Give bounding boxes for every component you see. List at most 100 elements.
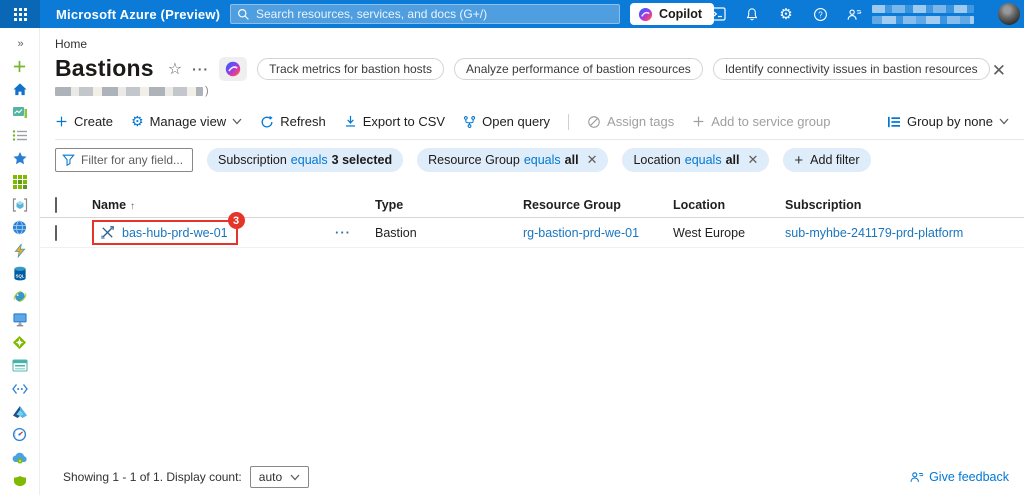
chevron-down-icon	[290, 474, 300, 481]
column-header-subscription[interactable]: Subscription	[785, 198, 1024, 212]
filter-field-input-wrap[interactable]	[55, 148, 193, 172]
sort-ascending-icon: ↑	[130, 200, 136, 212]
command-bar: Create ⚙ Manage view Refresh Export to C…	[55, 113, 1024, 140]
global-search[interactable]	[230, 4, 620, 24]
notifications-bell-icon[interactable]	[742, 4, 762, 24]
refresh-button[interactable]: Refresh	[260, 114, 326, 129]
all-services-icon[interactable]	[4, 124, 36, 147]
manage-view-button[interactable]: ⚙ Manage view	[131, 113, 242, 130]
defender-icon[interactable]	[4, 469, 36, 492]
copilot-label: Copilot	[659, 7, 703, 21]
export-csv-button[interactable]: Export to CSV	[344, 114, 445, 129]
main-content: Home Bastions ☆ ··· Track metrics for ba…	[40, 28, 1024, 495]
group-list-icon	[887, 116, 901, 128]
suggestion-chip-1[interactable]: Track metrics for bastion hosts	[257, 57, 445, 80]
breadcrumb: Home	[40, 28, 1024, 51]
add-to-service-group-button[interactable]: Add to service group	[692, 114, 830, 129]
suggestion-chip-2[interactable]: Analyze performance of bastion resources	[454, 57, 703, 80]
remove-filter-icon[interactable]: ✕	[587, 152, 598, 168]
cosmos-db-icon[interactable]	[4, 285, 36, 308]
table-row: bas-hub-prd-we-01 3 ··· Bastion rg-basti…	[40, 212, 1024, 248]
table-header: Name ↑ Type Resource Group Location Subsc…	[40, 192, 1024, 218]
advisor-icon[interactable]	[4, 446, 36, 469]
user-identity-redacted	[872, 5, 974, 24]
settings-gear-icon[interactable]: ⚙	[776, 4, 796, 24]
column-header-type[interactable]: Type	[375, 198, 523, 212]
annotation-badge: 3	[227, 212, 245, 229]
create-button[interactable]: Create	[55, 114, 113, 129]
showing-count-text: Showing 1 - 1 of 1. Display count:	[63, 470, 242, 484]
add-filter-button[interactable]: + Add filter	[783, 148, 871, 172]
bastion-resource-icon	[100, 225, 115, 240]
app-title: Microsoft Azure (Preview)	[56, 6, 221, 22]
suggestion-chip-3[interactable]: Identify connectivity issues in bastion …	[712, 57, 990, 80]
close-icon[interactable]: ✕	[992, 62, 1006, 79]
remove-filter-icon[interactable]: ✕	[748, 152, 759, 168]
chevron-down-icon	[999, 118, 1009, 125]
breadcrumb-home-link[interactable]: Home	[55, 37, 87, 51]
row-checkbox[interactable]	[55, 224, 57, 241]
favorite-star-icon[interactable]: ☆	[168, 59, 182, 79]
plus-icon	[692, 115, 705, 128]
home-icon[interactable]	[4, 78, 36, 101]
function-apps-icon[interactable]	[4, 239, 36, 262]
branch-icon	[463, 115, 476, 129]
filter-pill-subscription[interactable]: Subscription equals 3 selected	[207, 148, 404, 172]
copilot-button[interactable]: Copilot	[630, 3, 715, 25]
column-header-resource-group[interactable]: Resource Group	[523, 198, 673, 212]
filter-bar: Subscription equals 3 selected Resource …	[55, 148, 1024, 172]
toolbar-divider	[568, 113, 570, 130]
topbar: Microsoft Azure (Preview) Copilot ⚙	[0, 0, 1024, 28]
type-cell: Bastion	[375, 225, 417, 240]
resource-groups-icon[interactable]	[4, 193, 36, 216]
help-icon[interactable]: ?	[810, 4, 830, 24]
subscription-link[interactable]: sub-myhbe-241179-prd-platform	[785, 226, 963, 240]
virtual-networks-icon[interactable]	[4, 377, 36, 400]
column-header-location[interactable]: Location	[673, 198, 785, 212]
global-search-input[interactable]	[256, 7, 613, 21]
svg-text:SQL: SQL	[15, 273, 24, 278]
app-services-icon[interactable]	[4, 216, 36, 239]
group-by-button[interactable]: Group by none	[887, 114, 1009, 129]
feedback-icon	[909, 470, 924, 484]
display-count-select[interactable]: auto	[249, 466, 310, 488]
page-footer: Showing 1 - 1 of 1. Display count: auto …	[40, 459, 1024, 495]
feedback-icon[interactable]	[844, 4, 864, 24]
filter-field-input[interactable]	[81, 153, 186, 167]
sql-databases-icon[interactable]: SQL	[4, 262, 36, 285]
search-icon	[237, 8, 250, 21]
row-context-menu-icon[interactable]: ···	[335, 225, 351, 240]
funnel-icon	[62, 154, 75, 166]
copilot-chip-button[interactable]	[219, 56, 248, 81]
column-header-name[interactable]: Name ↑	[92, 198, 375, 212]
chevron-down-icon	[232, 118, 242, 125]
entra-id-icon[interactable]	[4, 400, 36, 423]
copilot-icon	[638, 7, 653, 22]
dashboard-icon[interactable]	[4, 101, 36, 124]
assign-tags-button[interactable]: Assign tags	[587, 114, 674, 129]
open-query-button[interactable]: Open query	[463, 114, 550, 129]
filter-pill-location[interactable]: Location equals all ✕	[622, 148, 770, 172]
storage-accounts-icon[interactable]	[4, 354, 36, 377]
waffle-menu-icon[interactable]	[0, 0, 40, 28]
avatar[interactable]	[998, 3, 1020, 25]
page-title: Bastions	[55, 55, 154, 81]
virtual-machines-icon[interactable]	[4, 308, 36, 331]
download-icon	[344, 115, 357, 128]
select-all-checkbox[interactable]	[55, 196, 57, 213]
refresh-icon	[260, 115, 274, 129]
favorites-star-icon[interactable]	[4, 147, 36, 170]
plus-icon: +	[794, 151, 804, 169]
bastion-name-link[interactable]: bas-hub-prd-we-01	[122, 226, 228, 240]
give-feedback-link[interactable]: Give feedback	[909, 470, 1009, 484]
create-resource-icon[interactable]	[4, 55, 36, 78]
svg-text:?: ?	[818, 10, 823, 19]
filter-pill-resource-group[interactable]: Resource Group equals all ✕	[417, 148, 609, 172]
all-resources-icon[interactable]	[4, 170, 36, 193]
more-options-icon[interactable]: ···	[192, 61, 209, 77]
load-balancers-icon[interactable]	[4, 331, 36, 354]
monitor-icon[interactable]	[4, 423, 36, 446]
resource-group-link[interactable]: rg-bastion-prd-we-01	[523, 226, 639, 240]
cloud-shell-icon[interactable]	[708, 4, 728, 24]
sidebar-collapse-icon[interactable]: »	[4, 32, 36, 55]
